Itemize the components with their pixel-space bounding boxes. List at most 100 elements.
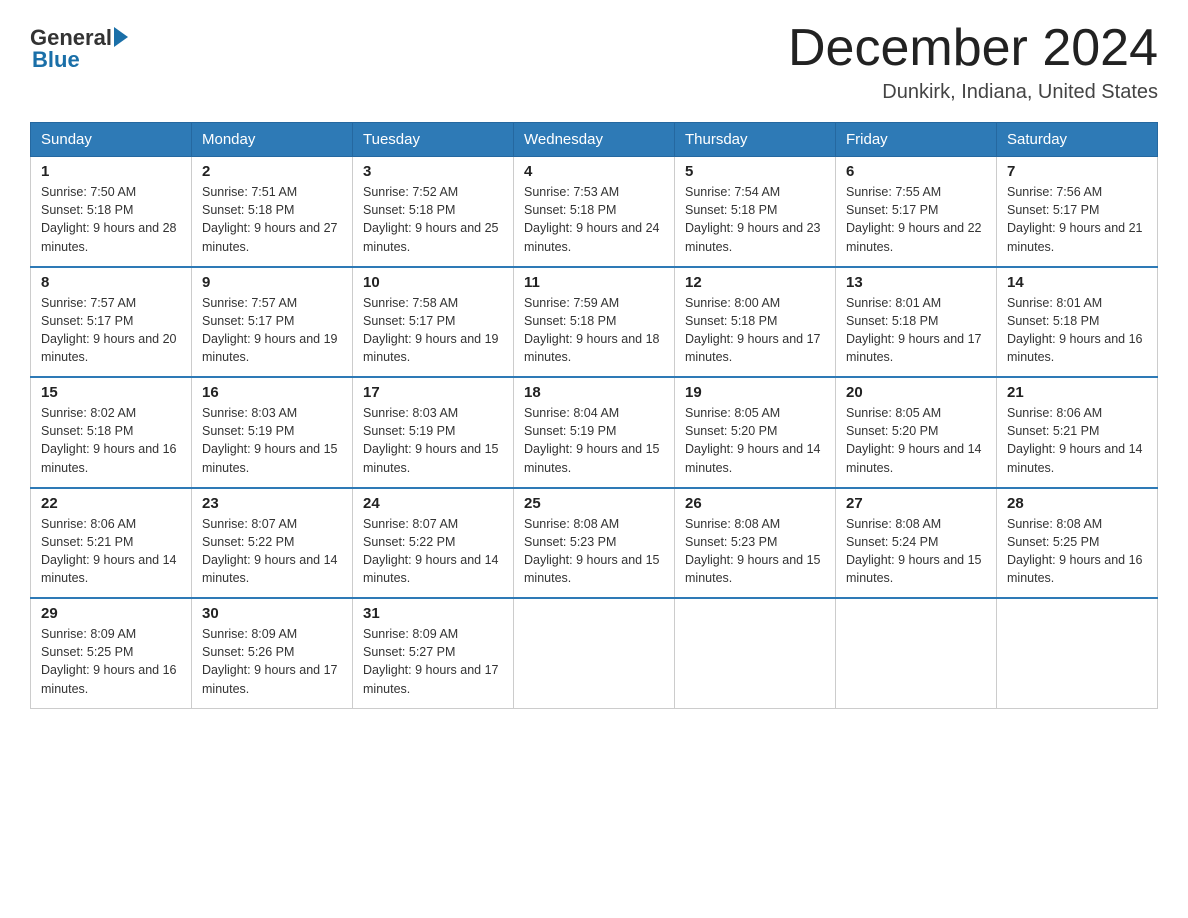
day-info: Sunrise: 7:57 AMSunset: 5:17 PMDaylight:… [202, 294, 342, 367]
day-info: Sunrise: 8:09 AMSunset: 5:26 PMDaylight:… [202, 625, 342, 698]
day-header-friday: Friday [836, 123, 997, 157]
day-number: 9 [202, 274, 342, 291]
day-number: 6 [846, 163, 986, 180]
day-info: Sunrise: 7:52 AMSunset: 5:18 PMDaylight:… [363, 183, 503, 256]
day-number: 3 [363, 163, 503, 180]
calendar-day-cell: 8Sunrise: 7:57 AMSunset: 5:17 PMDaylight… [31, 267, 192, 378]
logo-blue-text: Blue [32, 47, 80, 73]
day-header-wednesday: Wednesday [514, 123, 675, 157]
day-info: Sunrise: 7:51 AMSunset: 5:18 PMDaylight:… [202, 183, 342, 256]
day-info: Sunrise: 8:08 AMSunset: 5:25 PMDaylight:… [1007, 515, 1147, 588]
calendar-day-cell: 31Sunrise: 8:09 AMSunset: 5:27 PMDayligh… [353, 598, 514, 708]
day-number: 12 [685, 274, 825, 291]
day-number: 17 [363, 384, 503, 401]
calendar-day-cell: 19Sunrise: 8:05 AMSunset: 5:20 PMDayligh… [675, 377, 836, 488]
day-info: Sunrise: 7:58 AMSunset: 5:17 PMDaylight:… [363, 294, 503, 367]
day-number: 4 [524, 163, 664, 180]
day-info: Sunrise: 8:03 AMSunset: 5:19 PMDaylight:… [202, 404, 342, 477]
calendar-day-cell: 13 Sunrise: 8:01 AMSunset: 5:18 PMDayligh… [836, 267, 997, 378]
calendar-day-cell [675, 598, 836, 708]
calendar-day-cell [836, 598, 997, 708]
calendar-day-cell: 7Sunrise: 7:56 AMSunset: 5:17 PMDaylight… [997, 157, 1158, 267]
day-info: Sunrise: 7:53 AMSunset: 5:18 PMDaylight:… [524, 183, 664, 256]
calendar-week-row: 22 Sunrise: 8:06 AMSunset: 5:21 PMDayligh… [31, 488, 1158, 599]
calendar-day-cell: 3 Sunrise: 7:52 AMSunset: 5:18 PMDaylight… [353, 157, 514, 267]
day-number: 30 [202, 605, 342, 622]
day-header-monday: Monday [192, 123, 353, 157]
logo-arrow-icon [114, 27, 128, 47]
title-block: December 2024 Dunkirk, Indiana, United S… [788, 20, 1158, 104]
day-info: Sunrise: 7:55 AMSunset: 5:17 PMDaylight:… [846, 183, 986, 256]
day-number: 23 [202, 495, 342, 512]
day-header-sunday: Sunday [31, 123, 192, 157]
day-header-thursday: Thursday [675, 123, 836, 157]
day-number: 27 [846, 495, 986, 512]
calendar-day-cell: 12 Sunrise: 8:00 AMSunset: 5:18 PMDayligh… [675, 267, 836, 378]
day-info: Sunrise: 7:50 AMSunset: 5:18 PMDaylight:… [41, 183, 181, 256]
day-header-saturday: Saturday [997, 123, 1158, 157]
calendar-week-row: 29 Sunrise: 8:09 AMSunset: 5:25 PMDayligh… [31, 598, 1158, 708]
day-info: Sunrise: 8:05 AMSunset: 5:20 PMDaylight:… [685, 404, 825, 477]
calendar-day-cell: 17Sunrise: 8:03 AMSunset: 5:19 PMDayligh… [353, 377, 514, 488]
calendar-day-cell: 18Sunrise: 8:04 AMSunset: 5:19 PMDayligh… [514, 377, 675, 488]
day-info: Sunrise: 8:02 AMSunset: 5:18 PMDaylight:… [41, 404, 181, 477]
calendar-day-cell: 14 Sunrise: 8:01 AMSunset: 5:18 PMDayligh… [997, 267, 1158, 378]
calendar-header-row: SundayMondayTuesdayWednesdayThursdayFrid… [31, 123, 1158, 157]
calendar-day-cell: 5Sunrise: 7:54 AMSunset: 5:18 PMDaylight… [675, 157, 836, 267]
calendar-day-cell: 29 Sunrise: 8:09 AMSunset: 5:25 PMDayligh… [31, 598, 192, 708]
page-header: General Blue December 2024 Dunkirk, Indi… [30, 20, 1158, 104]
day-number: 2 [202, 163, 342, 180]
day-number: 13 [846, 274, 986, 291]
day-number: 20 [846, 384, 986, 401]
day-number: 7 [1007, 163, 1147, 180]
day-info: Sunrise: 8:06 AMSunset: 5:21 PMDaylight:… [1007, 404, 1147, 477]
calendar-day-cell: 16 Sunrise: 8:03 AMSunset: 5:19 PMDayligh… [192, 377, 353, 488]
day-info: Sunrise: 8:05 AMSunset: 5:20 PMDaylight:… [846, 404, 986, 477]
day-info: Sunrise: 8:01 AMSunset: 5:18 PMDaylight:… [846, 294, 986, 367]
calendar-day-cell: 9 Sunrise: 7:57 AMSunset: 5:17 PMDaylight… [192, 267, 353, 378]
day-info: Sunrise: 8:06 AMSunset: 5:21 PMDaylight:… [41, 515, 181, 588]
day-number: 15 [41, 384, 181, 401]
calendar-day-cell: 23 Sunrise: 8:07 AMSunset: 5:22 PMDayligh… [192, 488, 353, 599]
day-number: 28 [1007, 495, 1147, 512]
day-info: Sunrise: 8:08 AMSunset: 5:23 PMDaylight:… [685, 515, 825, 588]
calendar-day-cell: 27Sunrise: 8:08 AMSunset: 5:24 PMDayligh… [836, 488, 997, 599]
day-info: Sunrise: 8:01 AMSunset: 5:18 PMDaylight:… [1007, 294, 1147, 367]
logo: General Blue [30, 20, 128, 73]
calendar-day-cell: 11Sunrise: 7:59 AMSunset: 5:18 PMDayligh… [514, 267, 675, 378]
calendar-day-cell: 22 Sunrise: 8:06 AMSunset: 5:21 PMDayligh… [31, 488, 192, 599]
day-number: 1 [41, 163, 181, 180]
calendar-day-cell: 6 Sunrise: 7:55 AMSunset: 5:17 PMDaylight… [836, 157, 997, 267]
day-info: Sunrise: 7:57 AMSunset: 5:17 PMDaylight:… [41, 294, 181, 367]
day-info: Sunrise: 8:07 AMSunset: 5:22 PMDaylight:… [363, 515, 503, 588]
calendar-week-row: 15 Sunrise: 8:02 AMSunset: 5:18 PMDayligh… [31, 377, 1158, 488]
day-number: 18 [524, 384, 664, 401]
calendar-day-cell: 15 Sunrise: 8:02 AMSunset: 5:18 PMDayligh… [31, 377, 192, 488]
day-number: 14 [1007, 274, 1147, 291]
day-info: Sunrise: 8:09 AMSunset: 5:25 PMDaylight:… [41, 625, 181, 698]
calendar-day-cell: 28 Sunrise: 8:08 AMSunset: 5:25 PMDayligh… [997, 488, 1158, 599]
calendar-week-row: 1 Sunrise: 7:50 AMSunset: 5:18 PMDaylight… [31, 157, 1158, 267]
calendar-week-row: 8Sunrise: 7:57 AMSunset: 5:17 PMDaylight… [31, 267, 1158, 378]
calendar-day-cell: 25Sunrise: 8:08 AMSunset: 5:23 PMDayligh… [514, 488, 675, 599]
day-info: Sunrise: 8:00 AMSunset: 5:18 PMDaylight:… [685, 294, 825, 367]
location-subtitle: Dunkirk, Indiana, United States [788, 81, 1158, 104]
month-year-title: December 2024 [788, 20, 1158, 77]
day-number: 26 [685, 495, 825, 512]
day-header-tuesday: Tuesday [353, 123, 514, 157]
day-info: Sunrise: 8:07 AMSunset: 5:22 PMDaylight:… [202, 515, 342, 588]
day-number: 24 [363, 495, 503, 512]
calendar-day-cell [997, 598, 1158, 708]
day-number: 29 [41, 605, 181, 622]
day-number: 5 [685, 163, 825, 180]
day-number: 22 [41, 495, 181, 512]
calendar-day-cell: 24 Sunrise: 8:07 AMSunset: 5:22 PMDayligh… [353, 488, 514, 599]
calendar-table: SundayMondayTuesdayWednesdayThursdayFrid… [30, 122, 1158, 709]
calendar-day-cell: 26 Sunrise: 8:08 AMSunset: 5:23 PMDayligh… [675, 488, 836, 599]
calendar-day-cell: 4 Sunrise: 7:53 AMSunset: 5:18 PMDaylight… [514, 157, 675, 267]
calendar-day-cell: 2 Sunrise: 7:51 AMSunset: 5:18 PMDaylight… [192, 157, 353, 267]
day-number: 16 [202, 384, 342, 401]
calendar-day-cell: 30 Sunrise: 8:09 AMSunset: 5:26 PMDayligh… [192, 598, 353, 708]
day-number: 21 [1007, 384, 1147, 401]
day-number: 31 [363, 605, 503, 622]
